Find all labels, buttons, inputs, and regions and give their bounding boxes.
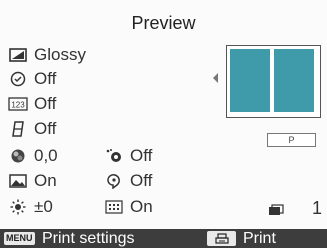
numbering-icon: 123 [8, 95, 28, 113]
setting-value: Glossy [34, 45, 86, 64]
menu-button-icon[interactable]: MENU [4, 232, 35, 245]
page-title: Preview [131, 13, 196, 33]
setting-value: Off [34, 94, 57, 113]
print-label[interactable]: Print [243, 229, 276, 248]
face-correction-icon [104, 172, 124, 190]
red-eye-icon [104, 147, 124, 165]
copies-icon [268, 201, 284, 219]
paper-size-indicator: P [267, 133, 316, 147]
footer-bar: MENU Print settings Print [0, 229, 327, 248]
setting-brightness[interactable]: ±0 [8, 196, 53, 218]
print-settings-label[interactable]: Print settings [42, 229, 134, 248]
setting-value: ±0 [34, 197, 53, 216]
setting-value: Off [130, 146, 153, 165]
previous-image-arrow-icon[interactable] [213, 73, 218, 83]
setting-value: Off [34, 119, 57, 138]
setting-value: On [130, 197, 153, 216]
setting-numbering[interactable]: 123 Off [8, 93, 56, 115]
preview-image-right [274, 49, 314, 112]
setting-value: On [34, 171, 57, 190]
setting-color-balance[interactable]: 0,0 [8, 145, 58, 167]
setting-value: Off [130, 171, 153, 190]
setting-grid-layout[interactable]: On [104, 196, 153, 218]
paper-finish-icon [8, 46, 28, 64]
setting-timer[interactable]: Off [8, 68, 56, 90]
setting-red-eye[interactable]: Off [104, 145, 152, 167]
copies-count: 1 [312, 198, 323, 218]
setting-border[interactable]: Off [8, 118, 56, 140]
print-preview-screen: Preview Glossy Off 123 Off Off 0,0 On ±0… [0, 0, 327, 248]
border-icon [8, 120, 28, 138]
setting-value: Off [34, 69, 57, 88]
setting-value: 0,0 [34, 146, 58, 165]
print-button-icon[interactable] [207, 231, 236, 246]
setting-image-optimize[interactable]: On [8, 170, 57, 192]
print-preview-thumbnail [226, 45, 321, 118]
grid-layout-icon [104, 198, 124, 216]
image-optimize-icon [8, 172, 28, 190]
setting-face-correction[interactable]: Off [104, 170, 152, 192]
svg-text:123: 123 [11, 101, 25, 110]
setting-paper-finish[interactable]: Glossy [8, 44, 86, 66]
preview-image-left [230, 49, 270, 112]
color-balance-icon [8, 147, 28, 165]
brightness-icon [8, 198, 28, 216]
timer-icon [8, 70, 28, 88]
